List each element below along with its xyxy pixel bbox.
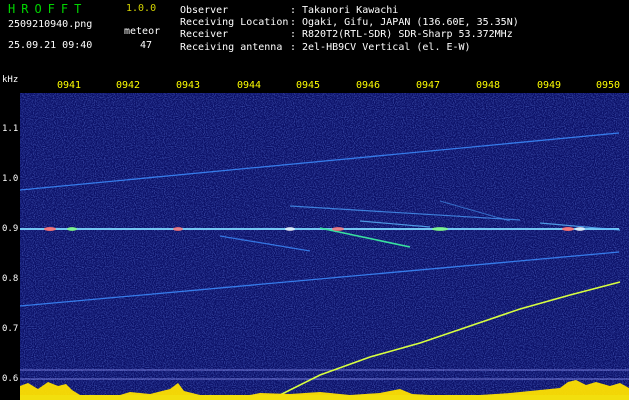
y-tick-label: 0.7	[2, 324, 19, 334]
x-tick-label: 0945	[296, 80, 321, 91]
info-row-location: Receiving Location: Ogaki, Gifu, JAPAN (1…	[180, 17, 519, 29]
spectrogram-canvas	[20, 93, 629, 400]
spectrogram	[20, 93, 629, 400]
y-tick-label: 1.1	[2, 124, 19, 134]
record-datetime: 25.09.21 09:40	[8, 40, 93, 51]
info-row-receiver: Receiver: R820T2(RTL-SDR) SDR-Sharp 53.37…	[180, 29, 513, 41]
meteor-count: 47	[140, 40, 153, 51]
info-key: Receiver	[180, 29, 229, 41]
x-tick-label: 0948	[476, 80, 501, 91]
x-tick-label: 0947	[416, 80, 441, 91]
y-tick-label: 0.8	[2, 274, 19, 284]
spectrogram-noise	[20, 93, 629, 400]
info-key: Observer	[180, 5, 229, 16]
info-value: R820T2(RTL-SDR) SDR-Sharp 53.372MHz	[302, 29, 513, 41]
hrofft-window: HROFFT 1.0.0 2509210940.png 25.09.21 09:…	[0, 0, 629, 400]
station-info: Observer: Takanori Kawachi Receiving Loca…	[180, 5, 519, 54]
y-tick-label: 0.9	[2, 224, 19, 234]
signal-hotspot	[285, 227, 295, 231]
y-axis-unit: kHz	[2, 75, 19, 85]
file-name: 2509210940.png	[8, 19, 93, 30]
signal-hotspot	[432, 227, 448, 231]
info-value: Takanori Kawachi	[302, 5, 399, 16]
x-tick-label: 0943	[176, 80, 201, 91]
y-tick-label: 0.6	[2, 374, 19, 384]
signal-hotspot	[332, 227, 344, 231]
info-value: Ogaki, Gifu, JAPAN (136.60E, 35.35N)	[302, 17, 519, 29]
info-row-observer: Observer: Takanori Kawachi	[180, 5, 399, 16]
y-tick-label: 1.0	[2, 174, 19, 184]
app-title: HROFFT	[8, 2, 88, 16]
info-value: 2el-HB9CV Vertical (el. E-W)	[302, 41, 471, 53]
signal-hotspot	[173, 227, 183, 231]
x-tick-label: 0950	[596, 80, 621, 91]
app-version: 1.0.0	[126, 3, 157, 14]
x-tick-label: 0949	[537, 80, 562, 91]
meteor-label: meteor	[124, 26, 161, 37]
x-tick-label: 0942	[116, 80, 141, 91]
signal-hotspot	[44, 227, 56, 231]
x-tick-label: 0941	[57, 80, 82, 91]
info-key: Receiving antenna	[180, 41, 283, 53]
x-tick-label: 0944	[237, 80, 262, 91]
info-row-antenna: Receiving antenna:2el-HB9CV Vertical (el…	[180, 41, 471, 53]
signal-hotspot	[575, 227, 585, 231]
x-tick-label: 0946	[356, 80, 381, 91]
info-key: Receiving Location	[180, 17, 289, 29]
signal-hotspot	[67, 227, 77, 231]
signal-hotspot	[562, 227, 574, 231]
